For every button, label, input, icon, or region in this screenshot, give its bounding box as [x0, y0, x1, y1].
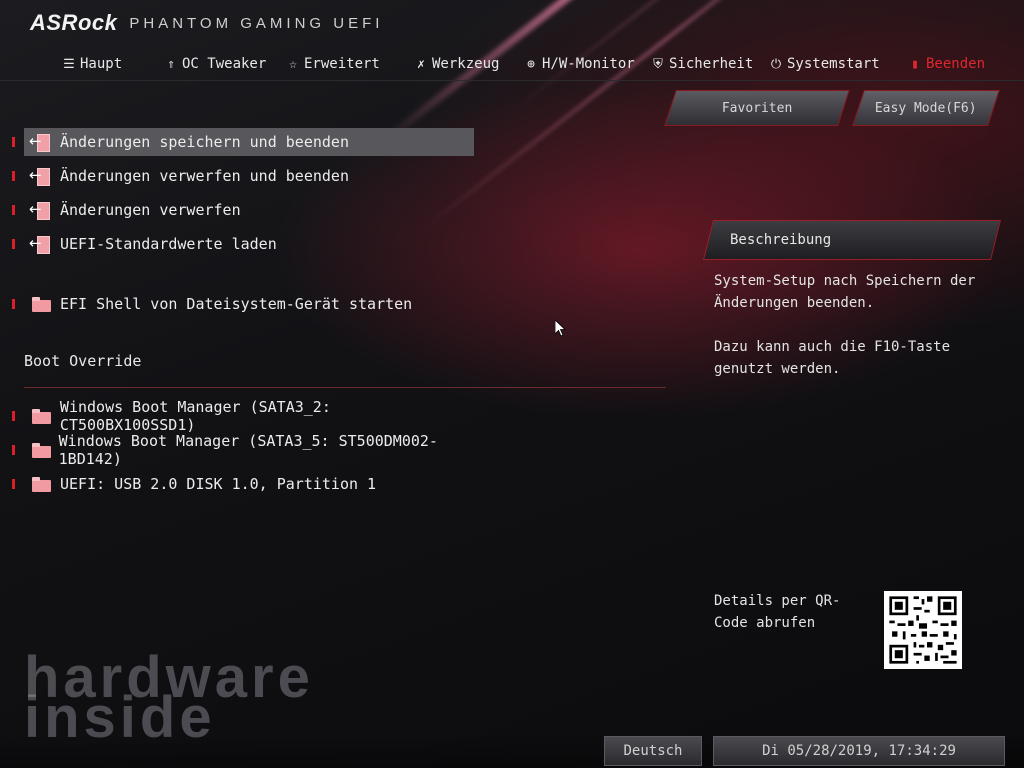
boot-item-hdd[interactable]: Windows Boot Manager (SATA3_5: ST500DM00…: [24, 432, 474, 468]
main-nav: ☰ Haupt ⇑ OC Tweaker ☆ Erweitert ✗ Werkz…: [0, 50, 1024, 81]
star-icon: ☆: [289, 56, 297, 72]
language-label: Deutsch: [623, 743, 683, 759]
section-divider: [24, 387, 666, 388]
tab-beenden[interactable]: ▮ Beenden: [908, 52, 985, 76]
menu-item-label: Windows Boot Manager (SATA3_5: ST500DM00…: [58, 432, 438, 468]
tab-hw-monitor[interactable]: ⊕ H/W-Monitor: [524, 52, 635, 76]
item-marker: [12, 137, 15, 147]
watermark-text: hardware inside: [24, 645, 314, 750]
menu-item-discard-exit[interactable]: Änderungen verwerfen und beenden: [24, 162, 474, 190]
exit-door-icon: ▮: [911, 56, 919, 72]
item-marker: [12, 411, 15, 421]
asrock-logo: ASRock: [30, 10, 118, 35]
folder-icon: [30, 406, 52, 426]
menu-item-load-defaults[interactable]: UEFI-Standardwerte laden: [24, 230, 474, 258]
description-text-1: System-Setup nach Speichern der Änderung…: [714, 273, 976, 311]
easy-mode-label: Easy Mode(F6): [875, 100, 977, 116]
exit-icon: [29, 132, 52, 152]
tab-werkzeug[interactable]: ✗ Werkzeug: [414, 52, 499, 76]
exit-icon: [29, 200, 52, 220]
menu-item-label: Änderungen verwerfen: [60, 201, 241, 219]
tab-oc-tweaker[interactable]: ⇑ OC Tweaker: [164, 52, 266, 76]
qr-code: [884, 591, 962, 669]
exit-icon: [29, 166, 52, 186]
favorites-label: Favoriten: [721, 100, 793, 116]
description-title: Beschreibung: [730, 232, 832, 248]
menu-item-efi-shell[interactable]: EFI Shell von Dateisystem-Gerät starten: [24, 290, 474, 318]
language-button[interactable]: Deutsch: [604, 736, 702, 766]
easy-mode-button[interactable]: Easy Mode(F6): [852, 90, 1000, 126]
folder-icon: [30, 294, 52, 314]
tab-label: Systemstart: [787, 56, 880, 72]
menu-item-discard[interactable]: Änderungen verwerfen: [24, 196, 474, 224]
tab-label: Sicherheit: [669, 56, 754, 72]
item-marker: [12, 445, 15, 455]
tab-erweitert[interactable]: ☆ Erweitert: [286, 52, 380, 76]
tab-label: H/W-Monitor: [542, 56, 635, 72]
tab-label: Erweitert: [304, 56, 380, 72]
tab-systemstart[interactable]: ⏻ Systemstart: [769, 52, 880, 76]
exit-icon: [29, 234, 52, 254]
qr-label: Details per QR-Code abrufen: [714, 593, 841, 631]
menu-item-label: Änderungen verwerfen und beenden: [60, 167, 349, 185]
folder-icon: [30, 474, 52, 494]
folder-icon: [30, 440, 51, 460]
item-marker: [12, 299, 15, 309]
description-text-2: Dazu kann auch die F10-Taste genutzt wer…: [714, 339, 951, 377]
shield-icon: ⛨: [653, 56, 663, 72]
item-marker: [12, 205, 15, 215]
datetime-display: Di 05/28/2019, 17:34:29: [713, 736, 1005, 766]
rocket-icon: ⇑: [167, 56, 175, 72]
tab-label: Werkzeug: [432, 56, 500, 72]
datetime-label: Di 05/28/2019, 17:34:29: [762, 743, 956, 759]
menu-item-label: Änderungen speichern und beenden: [60, 133, 349, 151]
tab-sicherheit[interactable]: ⛨ Sicherheit: [651, 52, 753, 76]
qr-code-graphic: [884, 591, 962, 669]
menu-item-label: Windows Boot Manager (SATA3_2: CT500BX10…: [59, 398, 331, 434]
tab-label: Haupt: [80, 56, 123, 72]
menu-item-label: UEFI: USB 2.0 DISK 1.0, Partition 1: [60, 475, 377, 493]
favorites-button[interactable]: Favoriten: [664, 90, 850, 126]
tab-label: Beenden: [926, 56, 986, 72]
item-marker: [12, 171, 15, 181]
menu-item-label: UEFI-Standardwerte laden: [60, 235, 277, 253]
boot-item-ssd[interactable]: Windows Boot Manager (SATA3_2: CT500BX10…: [24, 398, 474, 434]
list-icon: ☰: [63, 56, 75, 72]
menu-item-label: EFI Shell von Dateisystem-Gerät starten: [60, 295, 413, 313]
tab-label: OC Tweaker: [182, 56, 267, 72]
cursor-arrow-icon: [554, 319, 567, 337]
boot-override-title: Boot Override: [24, 352, 142, 370]
item-marker: [12, 479, 15, 489]
tab-haupt[interactable]: ☰ Haupt: [62, 52, 122, 76]
item-marker: [12, 239, 15, 249]
brand-subtitle: PHANTOM GAMING UEFI: [129, 14, 384, 32]
menu-item-save-exit[interactable]: Änderungen speichern und beenden: [24, 128, 474, 156]
boot-item-usb[interactable]: UEFI: USB 2.0 DISK 1.0, Partition 1: [24, 470, 474, 498]
crosshair-icon: ⊕: [527, 56, 535, 72]
tools-icon: ✗: [417, 56, 425, 72]
power-icon: ⏻: [770, 56, 782, 72]
brand-header: ASRock PHANTOM GAMING UEFI: [30, 10, 383, 36]
